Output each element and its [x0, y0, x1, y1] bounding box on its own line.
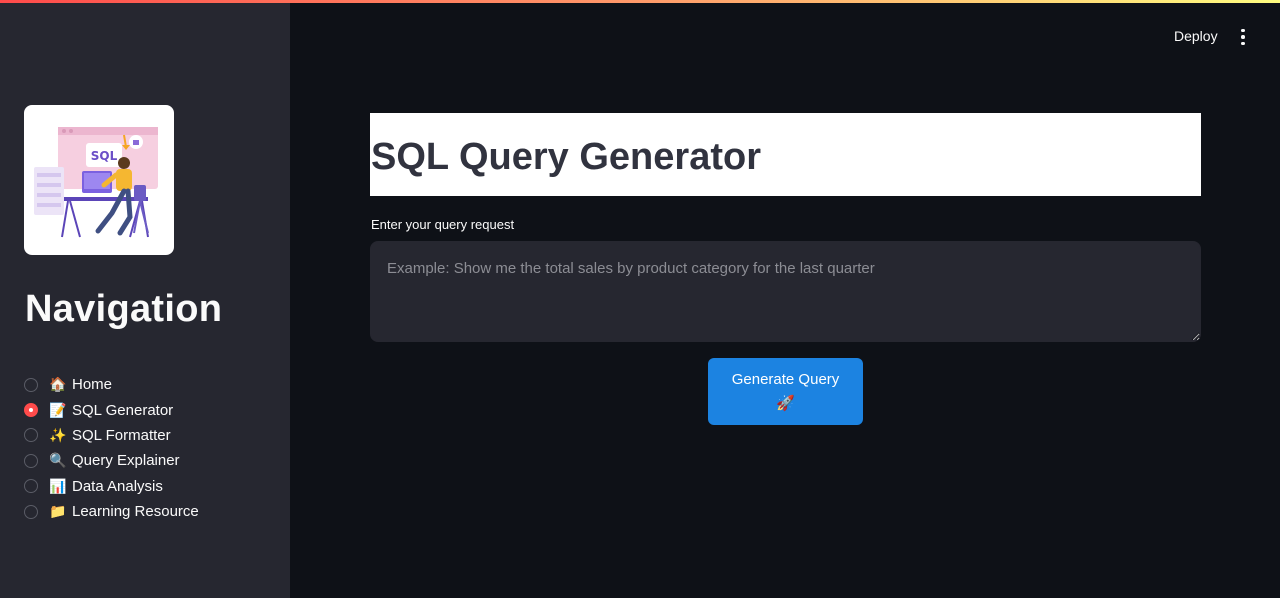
navigation-radio-group: 🏠 Home 📝 SQL Generator ✨ SQL Formatter 🔍…	[24, 372, 199, 524]
nav-item-label: SQL Formatter	[72, 426, 171, 444]
radio-button[interactable]	[24, 504, 38, 519]
page-title: SQL Query Generator	[371, 136, 761, 178]
sql-developer-illustration-icon: SQL	[34, 127, 158, 238]
logo-sql-text: SQL	[91, 149, 118, 163]
nav-item-label: Home	[72, 376, 113, 394]
nav-item-sql-formatter[interactable]: ✨ SQL Formatter	[24, 423, 199, 448]
nav-item-learning-resource[interactable]: 📁 Learning Resource	[24, 499, 199, 524]
header-decoration-bar	[0, 0, 1280, 3]
bar-chart-icon: 📊	[49, 477, 67, 494]
magnifying-glass-icon: 🔍	[49, 452, 67, 469]
generate-query-button-label: Generate Query	[731, 370, 840, 388]
house-icon: 🏠	[49, 376, 67, 393]
memo-icon: 📝	[49, 401, 67, 418]
sparkles-icon: ✨	[49, 426, 67, 443]
generate-query-button[interactable]: Generate Query 🚀	[708, 358, 863, 425]
nav-item-home[interactable]: 🏠 Home	[24, 372, 199, 397]
page-title-container: SQL Query Generator	[370, 113, 1201, 196]
nav-item-label: Learning Resource	[72, 503, 199, 521]
vertical-ellipsis-icon	[1241, 41, 1245, 46]
vertical-ellipsis-icon	[1241, 28, 1245, 33]
radio-button-selected[interactable]	[24, 403, 38, 418]
vertical-ellipsis-icon	[1241, 35, 1245, 39]
radio-button[interactable]	[24, 479, 38, 494]
radio-button[interactable]	[24, 428, 38, 443]
nav-item-query-explainer[interactable]: 🔍 Query Explainer	[24, 448, 199, 473]
main-menu-button[interactable]	[1234, 26, 1252, 48]
radio-button[interactable]	[24, 377, 38, 392]
rocket-icon: 🚀	[776, 394, 795, 412]
radio-button[interactable]	[24, 453, 38, 468]
nav-item-data-analysis[interactable]: 📊 Data Analysis	[24, 474, 199, 499]
sidebar: SQL Navigation 🏠 Home 📝 SQL Generator ✨ …	[0, 0, 290, 598]
sidebar-title: Navigation	[25, 288, 223, 330]
nav-item-sql-generator[interactable]: 📝 SQL Generator	[24, 397, 199, 422]
nav-item-label: Data Analysis	[72, 477, 163, 495]
nav-item-label: Query Explainer	[72, 452, 180, 470]
folder-icon: 📁	[49, 503, 67, 520]
query-request-input[interactable]	[370, 241, 1201, 342]
deploy-button[interactable]: Deploy	[1166, 26, 1226, 46]
sidebar-logo-image: SQL	[24, 105, 174, 255]
query-input-label: Enter your query request	[371, 217, 515, 232]
nav-item-label: SQL Generator	[72, 401, 174, 419]
